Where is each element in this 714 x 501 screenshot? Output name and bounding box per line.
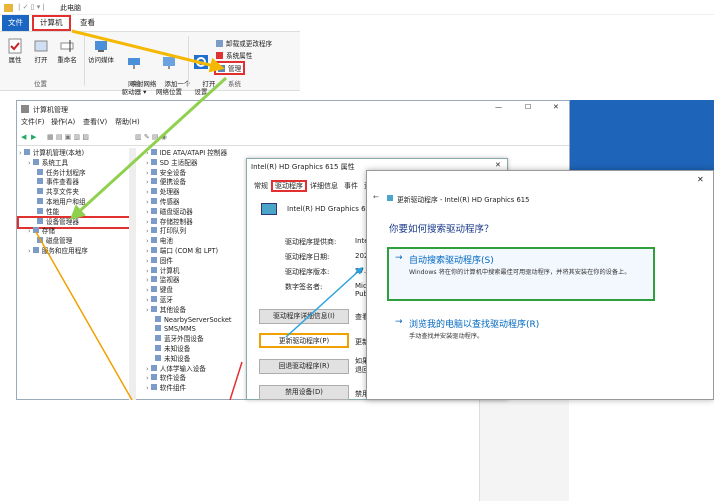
arrow-green (69, 76, 228, 221)
arrow-blue (285, 266, 364, 338)
arrow-orange-down (35, 231, 133, 400)
annotation-arrows (35, 29, 364, 400)
arrow-yellow (71, 29, 225, 73)
arrow-red (229, 361, 243, 400)
